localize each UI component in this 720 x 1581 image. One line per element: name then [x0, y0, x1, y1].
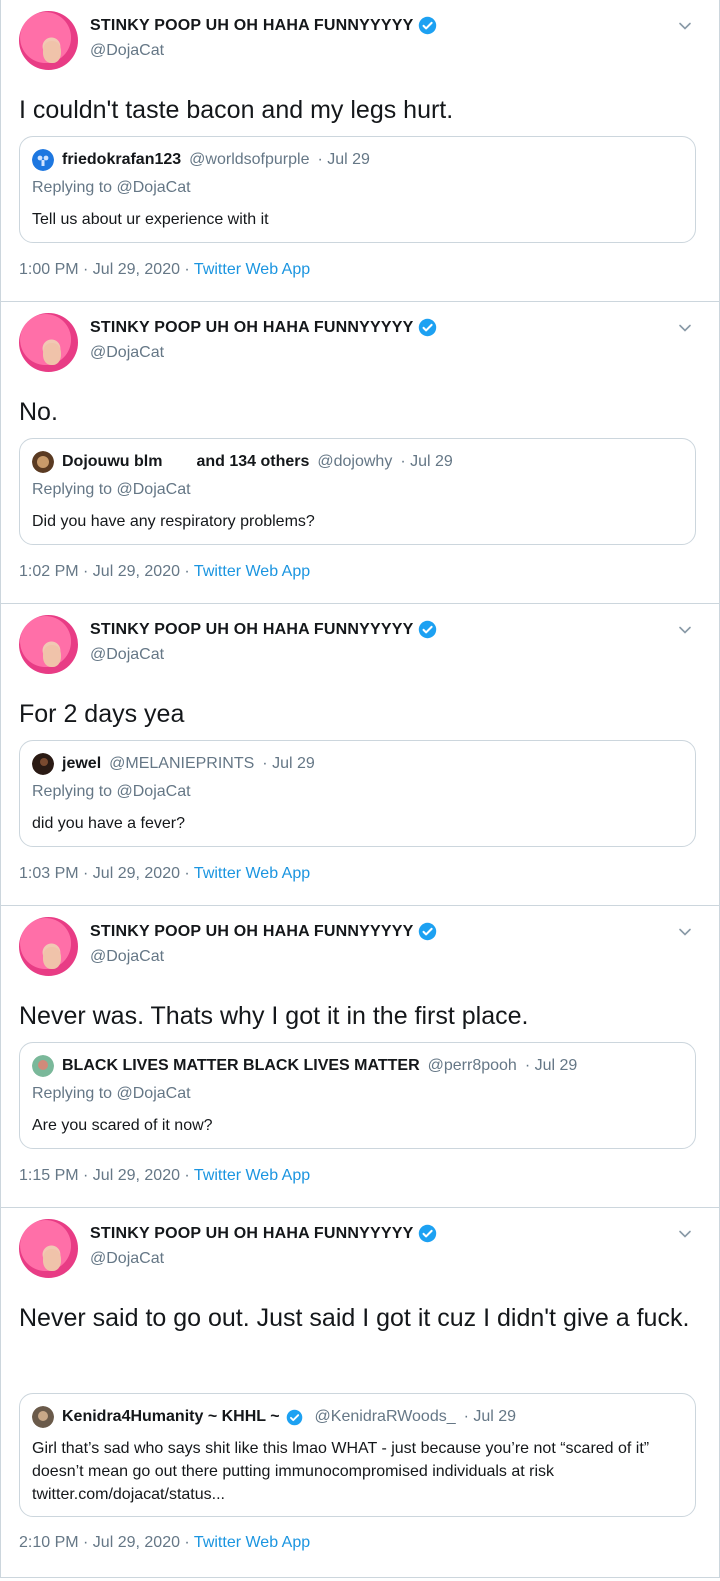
- tweet-feed: STINKY POOP UH OH HAHA FUNNYYYYY @DojaCa…: [0, 0, 720, 1578]
- quoted-tweet[interactable]: BLACK LIVES MATTER BLACK LIVES MATTER @p…: [19, 1042, 696, 1149]
- author-name[interactable]: STINKY POOP UH OH HAHA FUNNYYYYY: [90, 319, 414, 337]
- author-handle[interactable]: @DojaCat: [90, 646, 164, 664]
- tweet[interactable]: STINKY POOP UH OH HAHA FUNNYYYYY @DojaCa…: [1, 1208, 719, 1578]
- quoted-text: did you have a fever?: [32, 815, 185, 832]
- verified-badge-icon: [418, 620, 436, 639]
- author-name-row[interactable]: STINKY POOP UH OH HAHA FUNNYYYYY: [90, 16, 437, 35]
- tweet[interactable]: STINKY POOP UH OH HAHA FUNNYYYYY @DojaCa…: [1, 906, 719, 1208]
- author-name-row[interactable]: STINKY POOP UH OH HAHA FUNNYYYYY: [90, 318, 437, 337]
- quoted-name: jewel: [62, 755, 102, 772]
- quoted-name: Dojouwu blm: [62, 453, 163, 470]
- tweet-text: Never was. Thats why I got it in the fir…: [19, 1002, 529, 1030]
- tweet-text: Never said to go out. Just said I got it…: [19, 1304, 690, 1332]
- author-handle[interactable]: @DojaCat: [90, 42, 164, 60]
- quoted-tweet[interactable]: friedokrafan123 @worldsofpurple · Jul 29…: [19, 136, 696, 243]
- quoted-handle: @MELANIEPRINTS: [109, 755, 255, 772]
- tweet-meta: 2:10 PM · Jul 29, 2020 · Twitter Web App: [19, 1534, 310, 1552]
- avatar[interactable]: [19, 615, 78, 674]
- chevron-down-icon[interactable]: [677, 622, 693, 638]
- quoted-extra: and 134 others: [196, 453, 310, 470]
- quoted-date: · Jul 29: [463, 1408, 517, 1425]
- author-name[interactable]: STINKY POOP UH OH HAHA FUNNYYYYY: [90, 923, 414, 941]
- author-name-row[interactable]: STINKY POOP UH OH HAHA FUNNYYYYY: [90, 620, 437, 639]
- replying-to: Replying to @DojaCat: [32, 481, 191, 498]
- quoted-handle: @KenidraRWoods_: [314, 1408, 456, 1425]
- quoted-handle: @worldsofpurple: [189, 151, 310, 168]
- tweet-text: I couldn't taste bacon and my legs hurt.: [19, 96, 454, 124]
- quoted-name: Kenidra4Humanity ~ KHHL ~: [62, 1408, 280, 1425]
- quoted-tweet-header: jewel @MELANIEPRINTS · Jul 29: [32, 753, 315, 775]
- tweet-meta: 1:03 PM · Jul 29, 2020 · Twitter Web App: [19, 865, 310, 883]
- quoted-tweet[interactable]: Kenidra4Humanity ~ KHHL ~ @KenidraRWoods…: [19, 1393, 696, 1517]
- avatar[interactable]: [19, 313, 78, 372]
- source-app-link[interactable]: Twitter Web App: [194, 1534, 310, 1551]
- source-app-link[interactable]: Twitter Web App: [194, 563, 310, 580]
- tweet-timestamp[interactable]: 1:00 PM · Jul 29, 2020 ·: [19, 261, 194, 278]
- quoted-name: friedokrafan123: [62, 151, 182, 168]
- quoted-avatar: [32, 753, 54, 775]
- quoted-name: BLACK LIVES MATTER BLACK LIVES MATTER: [62, 1057, 420, 1074]
- quoted-avatar: [32, 451, 54, 473]
- avatar[interactable]: [19, 1219, 78, 1278]
- author-name[interactable]: STINKY POOP UH OH HAHA FUNNYYYYY: [90, 621, 414, 639]
- source-app-link[interactable]: Twitter Web App: [194, 1167, 310, 1184]
- quoted-tweet[interactable]: jewel @MELANIEPRINTS · Jul 29 Replying t…: [19, 740, 696, 847]
- source-app-link[interactable]: Twitter Web App: [194, 865, 310, 882]
- replying-to: Replying to @DojaCat: [32, 179, 191, 196]
- tweet-meta: 1:02 PM · Jul 29, 2020 · Twitter Web App: [19, 563, 310, 581]
- chevron-down-icon[interactable]: [677, 320, 693, 336]
- verified-badge-icon: [286, 1409, 302, 1425]
- quoted-handle: @dojowhy: [317, 453, 393, 470]
- tweet-timestamp[interactable]: 2:10 PM · Jul 29, 2020 ·: [19, 1534, 194, 1551]
- verified-badge-icon: [418, 318, 436, 337]
- quoted-text: Are you scared of it now?: [32, 1117, 213, 1134]
- author-name-row[interactable]: STINKY POOP UH OH HAHA FUNNYYYYY: [90, 922, 437, 941]
- tweet[interactable]: STINKY POOP UH OH HAHA FUNNYYYYY @DojaCa…: [1, 302, 719, 604]
- quoted-tweet-header: BLACK LIVES MATTER BLACK LIVES MATTER @p…: [32, 1055, 577, 1077]
- replying-to: Replying to @DojaCat: [32, 783, 191, 800]
- tweet-timestamp[interactable]: 1:02 PM · Jul 29, 2020 ·: [19, 563, 194, 580]
- author-handle[interactable]: @DojaCat: [90, 344, 164, 362]
- quoted-date: · Jul 29: [262, 755, 315, 772]
- tweet-meta: 1:00 PM · Jul 29, 2020 · Twitter Web App: [19, 261, 310, 279]
- quoted-avatar: [32, 1055, 54, 1077]
- avatar[interactable]: [19, 11, 78, 70]
- chevron-down-icon[interactable]: [677, 18, 693, 34]
- quoted-text: Did you have any respiratory problems?: [32, 513, 315, 530]
- quoted-date: · Jul 29: [317, 151, 370, 168]
- chevron-down-icon[interactable]: [677, 1226, 693, 1242]
- author-name-row[interactable]: STINKY POOP UH OH HAHA FUNNYYYYY: [90, 1224, 437, 1243]
- tweet-timestamp[interactable]: 1:03 PM · Jul 29, 2020 ·: [19, 865, 194, 882]
- verified-badge-icon: [418, 922, 436, 941]
- quoted-date: · Jul 29: [400, 453, 453, 470]
- tweet-meta: 1:15 PM · Jul 29, 2020 · Twitter Web App: [19, 1167, 310, 1185]
- chevron-down-icon[interactable]: [677, 924, 693, 940]
- quoted-text: Girl that’s sad who says shit like this …: [32, 1440, 650, 1503]
- quoted-date: · Jul 29: [524, 1057, 578, 1074]
- quoted-tweet-header: Dojouwu blm and 134 others @dojowhy · Ju…: [32, 451, 453, 473]
- quoted-text: Tell us about ur experience with it: [32, 211, 269, 228]
- quoted-avatar: [32, 1406, 54, 1428]
- quoted-tweet-header: Kenidra4Humanity ~ KHHL ~ @KenidraRWoods…: [32, 1406, 516, 1428]
- verified-badge-icon: [418, 1224, 436, 1243]
- author-name[interactable]: STINKY POOP UH OH HAHA FUNNYYYYY: [90, 17, 414, 35]
- avatar[interactable]: [19, 917, 78, 976]
- tweet-text: No.: [19, 398, 58, 426]
- tweet[interactable]: STINKY POOP UH OH HAHA FUNNYYYYY @DojaCa…: [1, 0, 719, 302]
- replying-to: Replying to @DojaCat: [32, 1085, 191, 1102]
- tweet-text: For 2 days yea: [19, 700, 185, 728]
- author-name[interactable]: STINKY POOP UH OH HAHA FUNNYYYYY: [90, 1225, 414, 1243]
- tweet-timestamp[interactable]: 1:15 PM · Jul 29, 2020 ·: [19, 1167, 194, 1184]
- source-app-link[interactable]: Twitter Web App: [194, 261, 310, 278]
- tweet[interactable]: STINKY POOP UH OH HAHA FUNNYYYYY @DojaCa…: [1, 604, 719, 906]
- quoted-handle: @perr8pooh: [427, 1057, 517, 1074]
- verified-badge-icon: [418, 16, 436, 35]
- author-handle[interactable]: @DojaCat: [90, 1250, 164, 1268]
- author-handle[interactable]: @DojaCat: [90, 948, 164, 966]
- quoted-tweet[interactable]: Dojouwu blm and 134 others @dojowhy · Ju…: [19, 438, 696, 545]
- quoted-avatar: [32, 149, 54, 171]
- quoted-tweet-header: friedokrafan123 @worldsofpurple · Jul 29: [32, 149, 370, 171]
